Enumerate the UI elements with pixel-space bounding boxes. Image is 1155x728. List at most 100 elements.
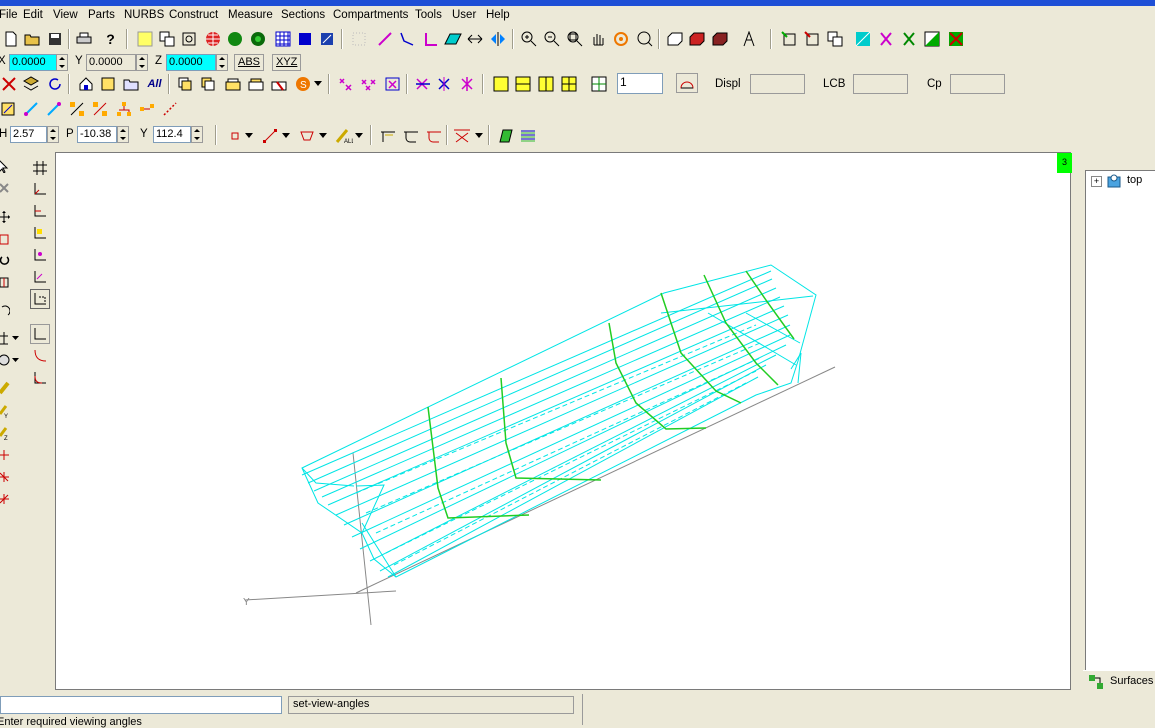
menu-parts[interactable]: Parts xyxy=(88,9,115,21)
z-spinner[interactable] xyxy=(216,54,228,71)
corner-pink-icon[interactable] xyxy=(420,28,441,49)
refresh-icon[interactable] xyxy=(44,73,65,94)
station-icon[interactable] xyxy=(377,125,398,146)
menu-nurbs[interactable]: NURBS xyxy=(124,9,164,21)
trim-surface-icon[interactable] xyxy=(921,28,942,49)
dropdown-arrow-icon[interactable] xyxy=(312,73,324,94)
zoom-previous-icon[interactable] xyxy=(634,28,655,49)
sphere-green-icon[interactable] xyxy=(224,28,245,49)
copy-parts-icon[interactable] xyxy=(156,28,177,49)
points-box-icon[interactable] xyxy=(382,73,403,94)
curve-pink-icon[interactable] xyxy=(374,28,395,49)
menu-file[interactable]: File xyxy=(0,9,18,21)
mirror-parts-icon[interactable] xyxy=(178,28,199,49)
open-folder-icon[interactable] xyxy=(22,28,43,49)
pitch-spinner[interactable] xyxy=(117,126,129,143)
menu-view[interactable]: View xyxy=(53,9,78,21)
menu-compartments[interactable]: Compartments xyxy=(333,9,408,21)
undo-arc-icon[interactable] xyxy=(0,300,14,320)
all-points-icon[interactable]: ALL xyxy=(333,125,354,146)
polygon-dropdown-icon[interactable] xyxy=(317,125,329,146)
stack-copy-icon[interactable] xyxy=(197,73,218,94)
menu-user[interactable]: User xyxy=(452,9,476,21)
abs-button[interactable]: ABS xyxy=(234,54,265,71)
snap-curve-icon[interactable] xyxy=(30,267,50,287)
select-arrow-icon[interactable] xyxy=(0,156,14,176)
tray-icon[interactable] xyxy=(222,73,243,94)
scale-box-icon[interactable] xyxy=(0,229,14,249)
y-spinner[interactable] xyxy=(136,54,148,71)
shading-green-icon[interactable] xyxy=(494,125,515,146)
y-coordinate-field[interactable]: 0.0000 xyxy=(86,54,136,71)
select-box-icon[interactable] xyxy=(134,28,155,49)
knot-add-icon[interactable] xyxy=(0,467,14,487)
expand-plus-icon[interactable]: + xyxy=(1091,176,1102,187)
x-spinner[interactable] xyxy=(56,54,68,71)
pencil-z-icon[interactable]: Z xyxy=(0,423,14,443)
knot-red-icon[interactable] xyxy=(0,445,14,465)
help-question-icon[interactable]: ? xyxy=(100,28,121,49)
contour-dropdown-icon[interactable] xyxy=(473,125,485,146)
save-disk-icon[interactable] xyxy=(44,28,65,49)
surfaces-tab[interactable]: Surfaces xyxy=(1083,670,1155,691)
delete-cross-icon[interactable] xyxy=(0,178,14,198)
pencil-yellow-icon[interactable] xyxy=(0,378,14,398)
line-mode-icon[interactable] xyxy=(259,125,280,146)
heading-spinner[interactable] xyxy=(47,126,59,143)
view-target-icon[interactable] xyxy=(588,73,609,94)
square-blue-icon[interactable] xyxy=(294,28,315,49)
hand-dropdown-icon[interactable] xyxy=(10,350,20,370)
print-icon[interactable] xyxy=(73,28,94,49)
curve-tree-icon[interactable] xyxy=(113,98,134,119)
snap-cross-icon[interactable] xyxy=(434,73,455,94)
delete-surface-icon[interactable] xyxy=(945,28,966,49)
curve-l-icon[interactable] xyxy=(30,324,50,344)
s-circle-icon[interactable]: S xyxy=(292,73,313,94)
pencil-y-icon[interactable]: Y xyxy=(0,401,14,421)
point-dropdown-icon[interactable] xyxy=(243,125,255,146)
waterline-icon[interactable] xyxy=(423,125,444,146)
snap-point-icon[interactable] xyxy=(30,245,50,265)
zoom-extents-icon[interactable] xyxy=(564,28,585,49)
sphere-shaded-icon[interactable] xyxy=(247,28,268,49)
box-red-icon[interactable] xyxy=(686,28,707,49)
layers-icon[interactable] xyxy=(20,73,41,94)
copy-surface-icon[interactable] xyxy=(824,28,845,49)
line-dropdown-icon[interactable] xyxy=(280,125,292,146)
snap-multi-icon[interactable] xyxy=(457,73,478,94)
stack-icon[interactable] xyxy=(174,73,195,94)
yaw-spinner[interactable] xyxy=(191,126,203,143)
grid-blue-icon[interactable] xyxy=(272,28,293,49)
document-yellow-icon[interactable] xyxy=(97,73,118,94)
house-icon[interactable] xyxy=(75,73,96,94)
curve-cyan-icon[interactable] xyxy=(43,98,64,119)
tray-copy-icon[interactable] xyxy=(245,73,266,94)
grid-snap-icon[interactable] xyxy=(30,158,50,178)
folder-open-icon[interactable] xyxy=(120,73,141,94)
add-surface-icon[interactable] xyxy=(778,28,799,49)
mirror-box-icon[interactable] xyxy=(0,272,14,292)
snap-line-icon[interactable] xyxy=(30,201,50,221)
tray-red-icon[interactable] xyxy=(268,73,289,94)
surface-cyan-icon[interactable] xyxy=(852,28,873,49)
polygon-mode-icon[interactable] xyxy=(296,125,317,146)
model-viewport[interactable]: 3 Y xyxy=(55,152,1072,690)
mirror-vertical-icon[interactable] xyxy=(487,28,508,49)
curve-red-icon[interactable] xyxy=(30,346,50,366)
polyline-blue-icon[interactable] xyxy=(396,28,417,49)
curve-fillet-icon[interactable] xyxy=(30,368,50,388)
split-green-icon[interactable] xyxy=(898,28,919,49)
view-quad-icon[interactable] xyxy=(558,73,579,94)
pitch-field[interactable]: -10.38 xyxy=(77,126,117,143)
snap-corner-icon[interactable] xyxy=(30,179,50,199)
rotate-orange-icon[interactable] xyxy=(610,28,631,49)
curve-edit-icon[interactable] xyxy=(0,98,18,119)
rotate-arrow-icon[interactable] xyxy=(0,250,14,270)
x-coordinate-field[interactable]: 0.0000 xyxy=(9,54,57,71)
globe-red-icon[interactable] xyxy=(202,28,223,49)
points-grid-icon[interactable] xyxy=(358,73,379,94)
section-frame-icon[interactable] xyxy=(738,28,759,49)
new-file-icon[interactable] xyxy=(0,28,21,49)
curve-branch-icon[interactable] xyxy=(136,98,157,119)
fill-blue-icon[interactable] xyxy=(316,28,337,49)
